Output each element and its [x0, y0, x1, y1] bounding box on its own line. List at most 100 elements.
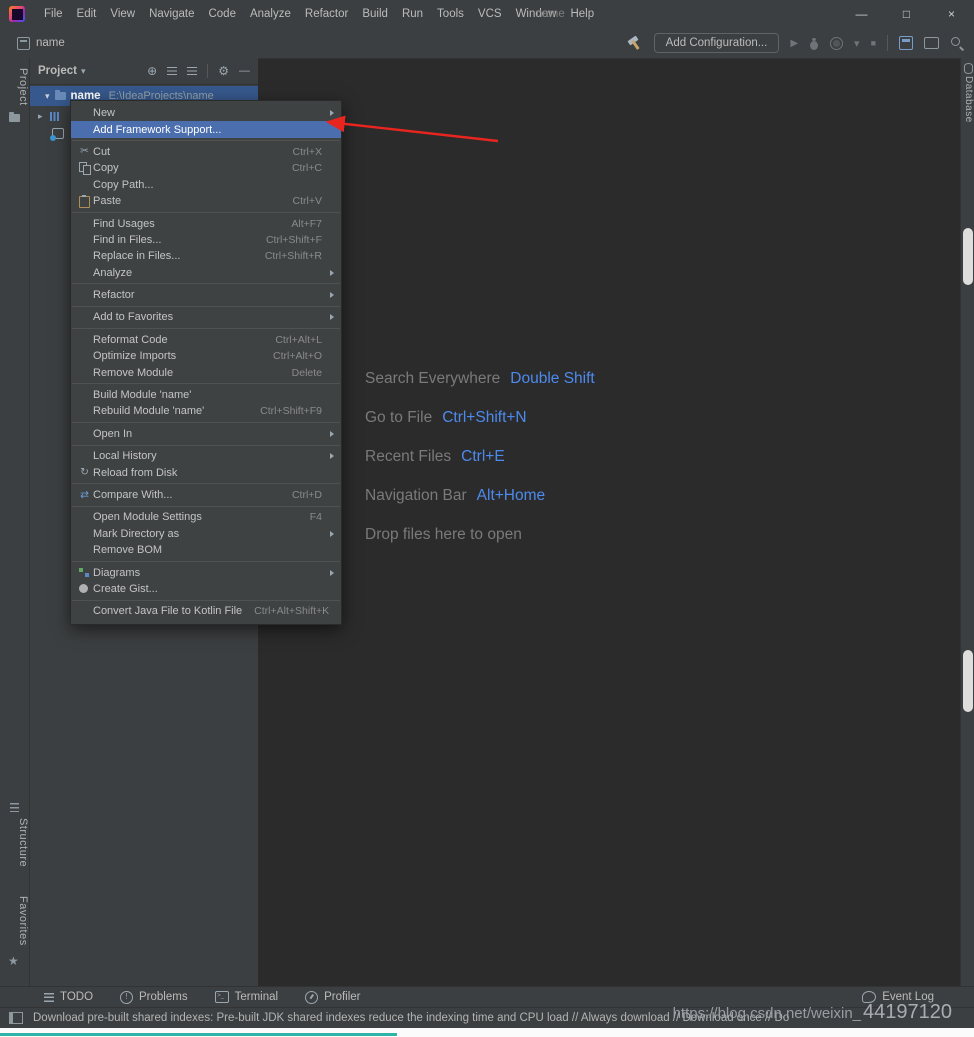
menu-item-analyze[interactable]: Analyze [71, 265, 341, 281]
menu-help[interactable]: Help [563, 8, 601, 20]
menu-file[interactable]: File [37, 8, 70, 20]
menu-item-optimize-imports[interactable]: Optimize ImportsCtrl+Alt+O [71, 348, 341, 364]
menu-item-shortcut: Ctrl+X [281, 146, 322, 158]
tool-stripe-project[interactable]: Project [0, 68, 29, 106]
menu-item-find-usages[interactable]: Find UsagesAlt+F7 [71, 215, 341, 231]
menu-item-replace-in-files[interactable]: Replace in Files...Ctrl+Shift+R [71, 248, 341, 264]
run-icon[interactable] [790, 37, 798, 49]
menu-item-reload-from-disk[interactable]: Reload from Disk [71, 464, 341, 480]
menu-code[interactable]: Code [201, 8, 243, 20]
menu-item-reformat-code[interactable]: Reformat CodeCtrl+Alt+L [71, 332, 341, 348]
add-configuration-button[interactable]: Add Configuration... [654, 33, 780, 53]
toolwindow-button-label: Problems [139, 991, 188, 1003]
menu-item-label: Reload from Disk [93, 467, 177, 479]
gear-icon[interactable] [218, 64, 229, 78]
maximize-button[interactable]: □ [884, 0, 929, 28]
menu-vcs[interactable]: VCS [471, 8, 509, 20]
menu-separator [72, 140, 340, 141]
menu-item-open-module-settings[interactable]: Open Module SettingsF4 [71, 509, 341, 525]
intellij-logo-icon [9, 6, 25, 22]
menu-item-copy-path[interactable]: Copy Path... [71, 177, 341, 193]
menu-item-label: Cut [93, 146, 110, 158]
submenu-arrow-icon [326, 314, 334, 320]
project-structure-icon[interactable] [899, 36, 913, 50]
toolwindow-toggle-icon[interactable] [9, 1012, 23, 1024]
menu-navigate[interactable]: Navigate [142, 8, 201, 20]
menu-analyze[interactable]: Analyze [243, 8, 298, 20]
tool-stripe-structure[interactable]: Structure [0, 818, 29, 867]
chevron-right-icon[interactable] [38, 110, 43, 122]
menu-item-new[interactable]: New [71, 105, 341, 121]
menu-view[interactable]: View [103, 8, 142, 20]
toolwindow-button-problems[interactable]: Problems [120, 991, 188, 1004]
scrollbar-thumb[interactable] [963, 228, 973, 285]
menu-item-remove-module[interactable]: Remove ModuleDelete [71, 364, 341, 380]
scrollbar-thumb[interactable] [963, 650, 973, 712]
tree-row[interactable] [38, 110, 59, 122]
toolwindow-button-profiler[interactable]: Profiler [305, 991, 360, 1004]
menu-item-refactor[interactable]: Refactor [71, 287, 341, 303]
run-options-dropdown-icon[interactable] [854, 37, 860, 50]
toolwindow-button-todo[interactable]: TODO [44, 991, 93, 1004]
collapse-all-icon[interactable] [187, 67, 197, 75]
database-icon[interactable] [964, 63, 973, 74]
close-button[interactable]: × [929, 0, 974, 28]
stop-icon[interactable] [871, 37, 876, 49]
hint-label: Go to File [365, 406, 432, 429]
menu-edit[interactable]: Edit [70, 8, 104, 20]
minimize-button[interactable]: — [839, 0, 884, 28]
menu-item-local-history[interactable]: Local History [71, 448, 341, 464]
favorites-star-icon[interactable]: ★ [8, 954, 19, 968]
menu-item-add-framework-support[interactable]: Add Framework Support... [71, 121, 341, 137]
debug-icon[interactable] [809, 37, 819, 50]
reload-icon [76, 466, 93, 479]
menu-item-copy[interactable]: CopyCtrl+C [71, 160, 341, 176]
project-tool-icon[interactable] [9, 114, 20, 122]
terminal-icon [215, 991, 229, 1003]
locate-file-icon[interactable] [147, 64, 157, 78]
menu-item-build-module-name[interactable]: Build Module 'name' [71, 387, 341, 403]
external-libraries-icon [50, 112, 59, 121]
hint-shortcut: Ctrl+Shift+N [442, 406, 526, 429]
expand-all-icon[interactable] [167, 67, 177, 75]
menu-build[interactable]: Build [355, 8, 395, 20]
menu-item-icon-slot [76, 350, 93, 363]
menu-item-rebuild-module-name[interactable]: Rebuild Module 'name'Ctrl+Shift+F9 [71, 403, 341, 419]
menu-item-cut[interactable]: Cut Ctrl+X [71, 144, 341, 160]
chevron-down-icon[interactable] [45, 90, 50, 102]
menu-run[interactable]: Run [395, 8, 430, 20]
submenu-arrow-icon [326, 453, 334, 459]
hide-panel-icon[interactable] [239, 65, 250, 77]
project-panel-title[interactable]: Project [38, 65, 77, 77]
tree-row[interactable] [52, 128, 64, 139]
menu-refactor[interactable]: Refactor [298, 8, 355, 20]
diagrams-icon [76, 566, 93, 579]
menu-tools[interactable]: Tools [430, 8, 471, 20]
tool-stripe-database[interactable]: Database [961, 76, 974, 123]
menu-item-shortcut: Ctrl+Shift+F [254, 234, 322, 246]
menu-item-create-gist[interactable]: Create Gist... [71, 581, 341, 597]
build-hammer-icon[interactable] [626, 35, 643, 51]
menu-item-add-to-favorites[interactable]: Add to Favorites [71, 309, 341, 325]
toolwindow-button-terminal[interactable]: Terminal [215, 991, 278, 1004]
menu-item-icon-slot [76, 107, 93, 120]
menu-item-find-in-files[interactable]: Find in Files...Ctrl+Shift+F [71, 232, 341, 248]
menu-item-diagrams[interactable]: Diagrams [71, 564, 341, 580]
layout-icon[interactable] [924, 37, 939, 49]
navigation-breadcrumb[interactable]: name [17, 37, 65, 50]
menu-item-remove-bom[interactable]: Remove BOM [71, 542, 341, 558]
coverage-icon[interactable] [830, 37, 843, 50]
menu-item-compare-with[interactable]: Compare With...Ctrl+D [71, 487, 341, 503]
menu-item-shortcut: Alt+F7 [279, 218, 322, 230]
menu-item-paste[interactable]: PasteCtrl+V [71, 193, 341, 209]
menu-item-convert-java-file-to-kotlin-file[interactable]: Convert Java File to Kotlin FileCtrl+Alt… [71, 603, 341, 619]
structure-tool-icon[interactable] [10, 803, 19, 812]
menu-item-shortcut: Ctrl+Shift+R [253, 250, 322, 262]
tool-stripe-favorites[interactable]: Favorites [0, 896, 29, 946]
search-everywhere-icon[interactable] [950, 36, 964, 50]
chevron-down-icon[interactable]: ▾ [81, 66, 86, 77]
menu-item-mark-directory-as[interactable]: Mark Directory as [71, 526, 341, 542]
menu-item-open-in[interactable]: Open In [71, 426, 341, 442]
menu-item-icon-slot [76, 405, 93, 418]
menu-item-label: Add Framework Support... [93, 124, 221, 136]
